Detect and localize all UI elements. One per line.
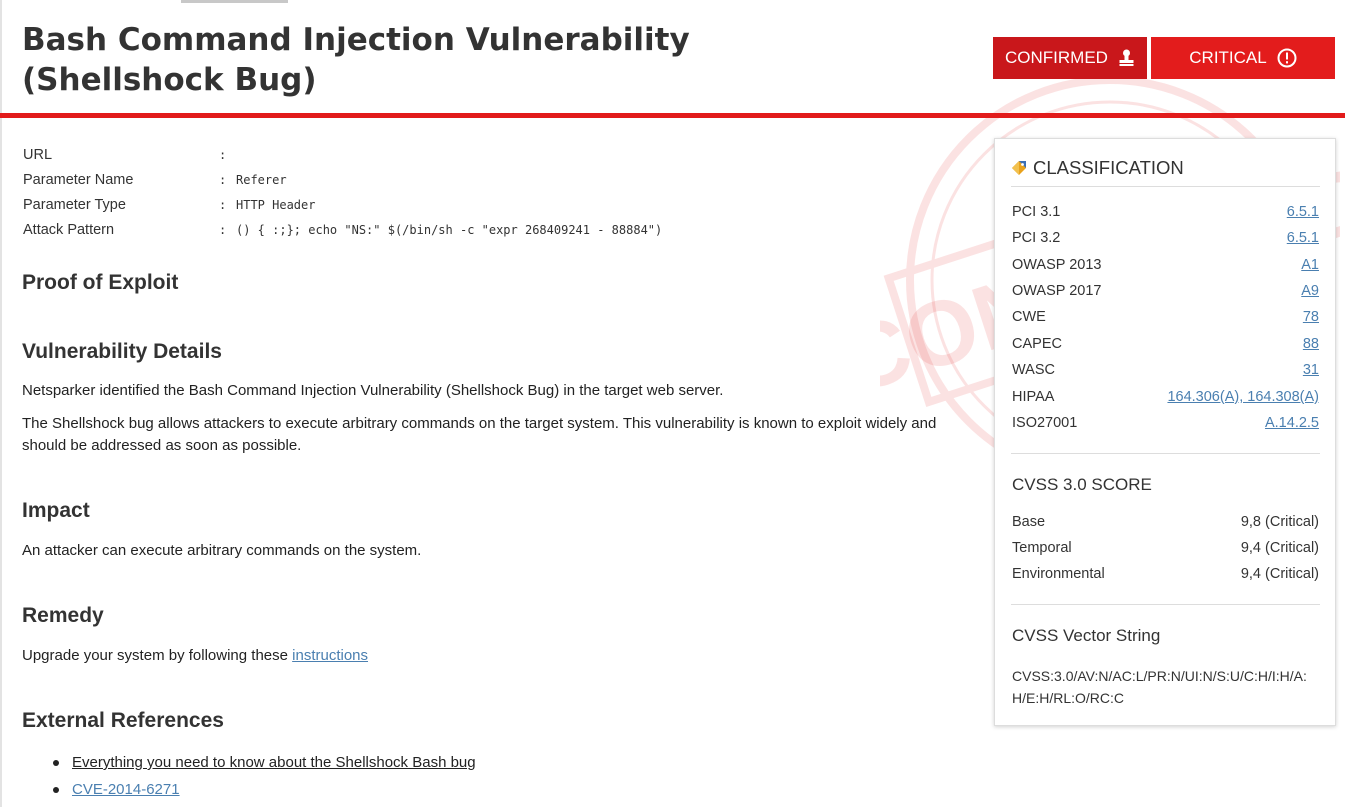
vulnerability-details-table: URL : Parameter Name : Referer Parameter… <box>23 143 973 243</box>
classification-link[interactable]: 6.5.1 <box>1287 225 1319 251</box>
cvss-row: Temporal 9,4 (Critical) <box>1012 535 1319 561</box>
classification-link[interactable]: 88 <box>1303 331 1319 357</box>
vulnerability-details-heading: Vulnerability Details <box>22 340 222 363</box>
classification-link[interactable]: A.14.2.5 <box>1265 410 1319 436</box>
confirmed-badge: CONFIRMED <box>993 37 1147 79</box>
divider <box>1011 604 1320 605</box>
detail-colon: : <box>219 223 227 237</box>
classification-key: PCI 3.1 <box>1012 204 1061 220</box>
classification-row: PCI 3.2 6.5.1 <box>1012 225 1319 251</box>
external-references-heading: External References <box>22 709 224 732</box>
classification-key: OWASP 2013 <box>1012 257 1102 273</box>
vulnerability-summary: Netsparker identified the Bash Command I… <box>22 382 724 399</box>
cvss-value: 9,4 (Critical) <box>1240 566 1319 582</box>
classification-key: CWE <box>1012 309 1046 325</box>
classification-row: ISO27001 A.14.2.5 <box>1012 410 1319 436</box>
classification-key: WASC <box>1012 362 1055 378</box>
remedy-text-prefix: Upgrade your system by following these <box>22 647 293 664</box>
exclamation-circle-icon <box>1277 48 1297 68</box>
classification-key: ISO27001 <box>1012 415 1078 431</box>
classification-key: HIPAA <box>1012 389 1055 405</box>
classification-row: CAPEC 88 <box>1012 331 1319 357</box>
classification-row: PCI 3.1 6.5.1 <box>1012 199 1319 225</box>
cvss-value: 9,4 (Critical) <box>1240 540 1319 556</box>
classification-row: HIPAA 164.306(A), 164.308(A) <box>1012 384 1319 410</box>
divider <box>1011 453 1320 454</box>
severity-rule <box>0 113 1345 118</box>
impact-text: An attacker can execute arbitrary comman… <box>22 542 422 559</box>
critical-label: CRITICAL <box>1189 48 1267 67</box>
classification-key: PCI 3.2 <box>1012 230 1061 246</box>
classification-link[interactable]: A9 <box>1301 278 1319 304</box>
confirmed-label: CONFIRMED <box>1005 48 1108 67</box>
detail-colon: : <box>219 148 227 162</box>
classification-panel: CLASSIFICATION PCI 3.1 6.5.1 PCI 3.2 6.5.1… <box>994 138 1336 726</box>
stamp-icon <box>1119 49 1134 66</box>
detail-label: Attack Pattern <box>23 222 115 238</box>
classification-link[interactable]: 6.5.1 <box>1287 199 1319 225</box>
external-references-list: Everything you need to know about the Sh… <box>50 752 476 806</box>
classification-link[interactable]: 31 <box>1303 357 1319 383</box>
shellshock-guide-link[interactable]: Everything you need to know about the Sh… <box>72 754 476 771</box>
page-header: Bash Command Injection Vulnerability (Sh… <box>0 0 1345 118</box>
detail-row-url: URL : <box>23 143 973 168</box>
report-page: CONFIRMED Bash Command Injection Vulnera… <box>0 0 1345 807</box>
cvss-row: Environmental 9,4 (Critical) <box>1012 561 1319 587</box>
classification-link[interactable]: 78 <box>1303 304 1319 330</box>
detail-value: HTTP Header <box>236 198 316 212</box>
critical-badge: CRITICAL <box>1151 37 1335 79</box>
list-item: CVE-2014-6271 <box>50 779 476 806</box>
detail-colon: : <box>219 173 227 187</box>
classification-row: WASC 31 <box>1012 357 1319 383</box>
proof-of-exploit-heading: Proof of Exploit <box>22 271 179 294</box>
instructions-link[interactable]: instructions <box>292 647 368 664</box>
classification-key: CAPEC <box>1012 336 1062 352</box>
cvss-row: Base 9,8 (Critical) <box>1012 509 1319 535</box>
classification-link[interactable]: A1 <box>1301 252 1319 278</box>
classification-row: OWASP 2017 A9 <box>1012 278 1319 304</box>
classification-key: OWASP 2017 <box>1012 283 1102 299</box>
detail-value: () { :;}; echo "NS:" $(/bin/sh -c "expr … <box>236 223 663 237</box>
detail-row-parameter-name: Parameter Name : Referer <box>23 168 973 193</box>
cvss-vector-title: CVSS Vector String <box>1012 626 1161 645</box>
cvss-value: 9,8 (Critical) <box>1240 514 1319 530</box>
page-title: Bash Command Injection Vulnerability (Sh… <box>22 22 690 98</box>
cvss-key: Temporal <box>1012 540 1072 556</box>
classification-row: OWASP 2013 A1 <box>1012 252 1319 278</box>
remedy-text: Upgrade your system by following these i… <box>22 645 972 667</box>
detail-value: Referer <box>236 173 287 187</box>
classification-title: CLASSIFICATION <box>1033 157 1184 178</box>
detail-label: Parameter Name <box>23 172 134 188</box>
divider <box>1011 186 1320 187</box>
classification-link[interactable]: 164.306(A), 164.308(A) <box>1167 384 1319 410</box>
detail-row-attack-pattern: Attack Pattern : () { :;}; echo "NS:" $(… <box>23 218 973 243</box>
cve-link[interactable]: CVE-2014-6271 <box>72 781 180 798</box>
remedy-heading: Remedy <box>22 604 104 627</box>
classification-header: CLASSIFICATION <box>1011 157 1184 179</box>
classification-row: CWE 78 <box>1012 304 1319 330</box>
detail-label: URL <box>23 147 53 163</box>
cvss-vector-value: CVSS:3.0/AV:N/AC:L/PR:N/UI:N/S:U/C:H/I:H… <box>1012 668 1307 706</box>
cvss-key: Base <box>1012 514 1046 530</box>
vulnerability-description: The Shellshock bug allows attackers to e… <box>22 415 937 454</box>
left-border <box>0 0 2 807</box>
list-item: Everything you need to know about the Sh… <box>50 752 476 779</box>
cvss-score-title: CVSS 3.0 SCORE <box>1012 475 1152 494</box>
impact-heading: Impact <box>22 499 90 522</box>
detail-row-parameter-type: Parameter Type : HTTP Header <box>23 193 973 218</box>
cvss-key: Environmental <box>1012 566 1105 582</box>
detail-label: Parameter Type <box>23 197 126 213</box>
detail-colon: : <box>219 198 227 212</box>
tag-icon <box>1012 161 1026 175</box>
